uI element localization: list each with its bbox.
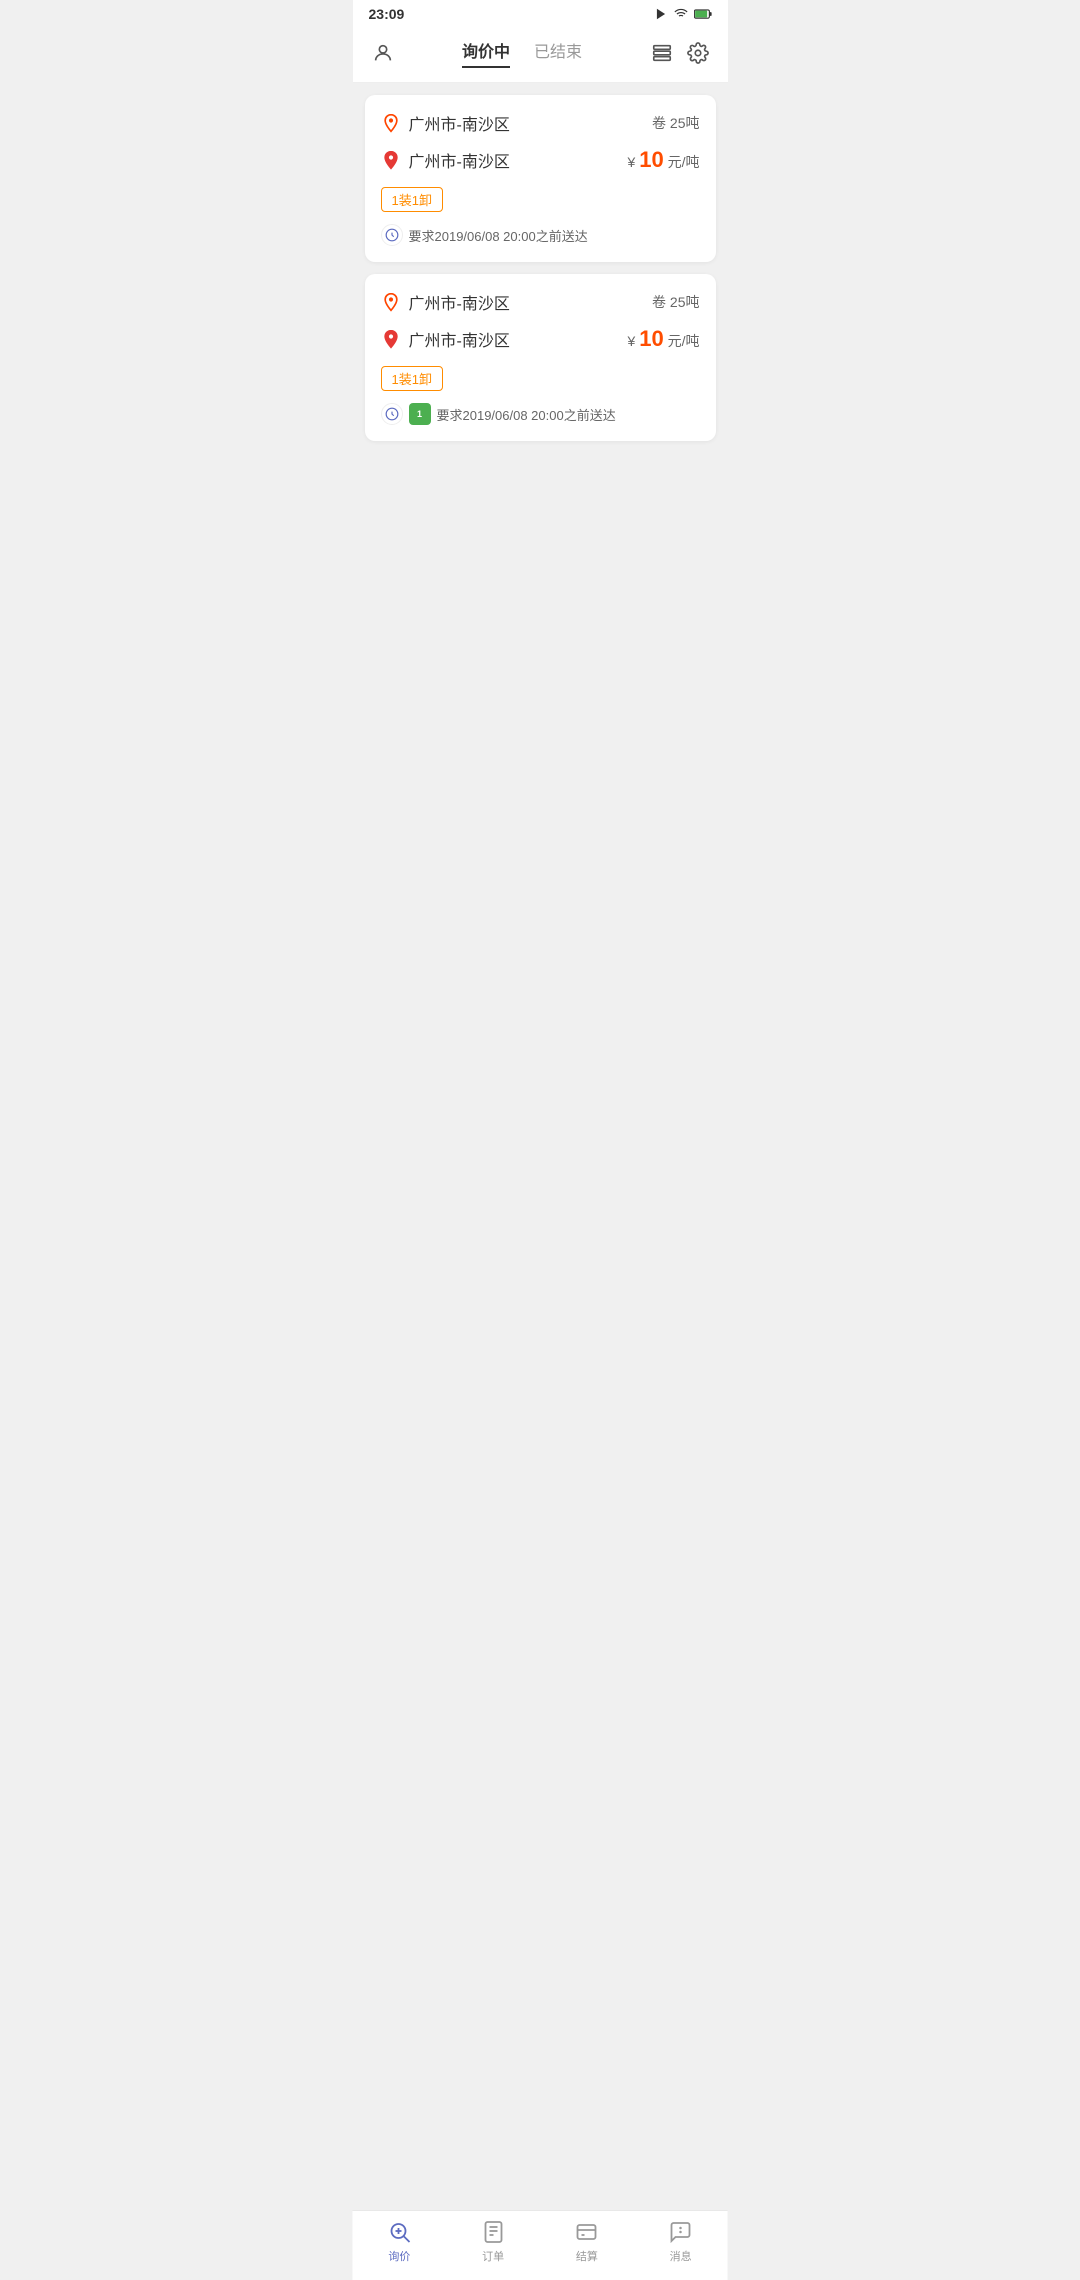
- from-city-1: 广州市-南沙区: [409, 111, 510, 135]
- settings-icon[interactable]: [684, 39, 712, 67]
- status-icons: [654, 7, 712, 21]
- header: 询价中 已结束: [353, 28, 728, 83]
- weight-info-1: 卷 25吨: [652, 113, 699, 133]
- from-pin-icon-2: [381, 292, 401, 312]
- nav-label-message: 消息: [670, 2248, 692, 2264]
- user-icon[interactable]: [369, 39, 397, 67]
- tab-inquiring[interactable]: 询价中: [462, 38, 510, 68]
- settlement-icon: [574, 2219, 600, 2245]
- from-row-1: 广州市-南沙区 卷 25吨: [381, 111, 700, 135]
- layers-icon[interactable]: [648, 39, 676, 67]
- to-price-row-1: 广州市-南沙区 ¥ 10 元/吨: [381, 147, 700, 173]
- header-tabs: 询价中 已结束: [397, 38, 648, 68]
- from-row-2: 广州市-南沙区 卷 25吨: [381, 290, 700, 314]
- nav-item-order[interactable]: 订单: [463, 2219, 523, 2264]
- requirement-row-1: 要求2019/06/08 20:00之前送达: [381, 224, 700, 246]
- price-symbol-1: ¥: [628, 154, 636, 170]
- from-pin-icon-1: [381, 113, 401, 133]
- dispatch-icon-2: [381, 403, 403, 425]
- price-1: ¥ 10 元/吨: [628, 147, 700, 173]
- price-symbol-2: ¥: [628, 333, 636, 349]
- requirement-text-1: 要求2019/06/08 20:00之前送达: [409, 226, 588, 245]
- price-unit-1: 元/吨: [668, 154, 700, 170]
- price-2: ¥ 10 元/吨: [628, 326, 700, 352]
- battery-icon: [694, 8, 712, 20]
- wifi-icon: [674, 7, 688, 21]
- inquiry-card-1[interactable]: 广州市-南沙区 卷 25吨 广州市-南沙区 ¥ 10 元/吨 1装1卸: [365, 95, 716, 262]
- tags-row-2: 1装1卸: [381, 366, 700, 391]
- from-city-2: 广州市-南沙区: [409, 290, 510, 314]
- dispatch-icon-1: [381, 224, 403, 246]
- price-amount-1: 10: [639, 147, 663, 172]
- order-icon: [480, 2219, 506, 2245]
- status-time: 23:09: [369, 6, 405, 22]
- price-unit-2: 元/吨: [668, 333, 700, 349]
- inquiry-icon: [386, 2219, 412, 2245]
- nav-item-message[interactable]: 消息: [651, 2219, 711, 2264]
- nav-label-settlement: 结算: [576, 2248, 598, 2264]
- main-content: 广州市-南沙区 卷 25吨 广州市-南沙区 ¥ 10 元/吨 1装1卸: [353, 83, 728, 465]
- badge-count-icon-2: 1: [409, 403, 431, 425]
- to-price-row-2: 广州市-南沙区 ¥ 10 元/吨: [381, 326, 700, 352]
- price-amount-2: 10: [639, 326, 663, 351]
- tag-loading-2: 1装1卸: [381, 366, 443, 391]
- badge-count-text-2: 1: [417, 409, 422, 419]
- tag-loading-1: 1装1卸: [381, 187, 443, 212]
- to-city-2: 广州市-南沙区: [409, 327, 510, 351]
- bottom-nav: 询价 订单 结算: [353, 2210, 728, 2280]
- weight-info-2: 卷 25吨: [652, 292, 699, 312]
- status-bar: 23:09: [353, 0, 728, 28]
- nav-label-order: 订单: [482, 2248, 504, 2264]
- nav-item-inquiry[interactable]: 询价: [369, 2219, 429, 2264]
- play-status-icon: [654, 7, 668, 21]
- to-pin-icon-1: [381, 150, 401, 170]
- to-city-1: 广州市-南沙区: [409, 148, 510, 172]
- to-pin-icon-2: [381, 329, 401, 349]
- requirement-text-2: 要求2019/06/08 20:00之前送达: [437, 405, 616, 424]
- tags-row-1: 1装1卸: [381, 187, 700, 212]
- tab-ended[interactable]: 已结束: [534, 38, 582, 68]
- requirement-row-2: 1 要求2019/06/08 20:00之前送达: [381, 403, 700, 425]
- nav-item-settlement[interactable]: 结算: [557, 2219, 617, 2264]
- message-icon: [668, 2219, 694, 2245]
- inquiry-card-2[interactable]: 广州市-南沙区 卷 25吨 广州市-南沙区 ¥ 10 元/吨 1装1卸: [365, 274, 716, 441]
- nav-label-inquiry: 询价: [388, 2248, 410, 2264]
